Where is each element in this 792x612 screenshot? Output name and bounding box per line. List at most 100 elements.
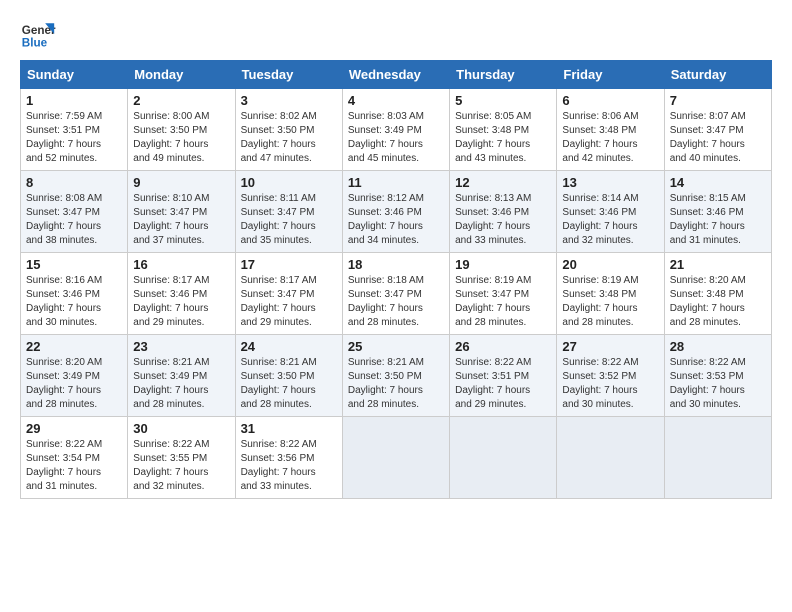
day-info: Sunrise: 8:22 AM Sunset: 3:53 PM Dayligh…: [670, 356, 766, 412]
day-number: 18: [348, 257, 444, 272]
sunrise-label: Sunrise: 8:00 AM: [133, 111, 209, 122]
col-header-sunday: Sunday: [21, 61, 128, 89]
col-header-thursday: Thursday: [450, 61, 557, 89]
daylight-label: Daylight: 7 hours: [133, 221, 208, 232]
day-info: Sunrise: 8:05 AM Sunset: 3:48 PM Dayligh…: [455, 110, 551, 166]
sunset-label: Sunset: 3:47 PM: [241, 207, 315, 218]
sunrise-label: Sunrise: 8:10 AM: [133, 193, 209, 204]
daylight-label: Daylight: 7 hours: [133, 303, 208, 314]
sunset-label: Sunset: 3:47 PM: [26, 207, 100, 218]
daylight-minutes: and 43 minutes.: [455, 153, 526, 164]
daylight-minutes: and 33 minutes.: [455, 235, 526, 246]
daylight-minutes: and 42 minutes.: [562, 153, 633, 164]
calendar-cell: 10 Sunrise: 8:11 AM Sunset: 3:47 PM Dayl…: [235, 171, 342, 253]
daylight-minutes: and 31 minutes.: [26, 481, 97, 492]
daylight-minutes: and 34 minutes.: [348, 235, 419, 246]
daylight-label: Daylight: 7 hours: [670, 221, 745, 232]
calendar-cell: 9 Sunrise: 8:10 AM Sunset: 3:47 PM Dayli…: [128, 171, 235, 253]
daylight-minutes: and 38 minutes.: [26, 235, 97, 246]
col-header-saturday: Saturday: [664, 61, 771, 89]
day-number: 30: [133, 421, 229, 436]
daylight-minutes: and 29 minutes.: [455, 399, 526, 410]
daylight-minutes: and 45 minutes.: [348, 153, 419, 164]
calendar-cell: 6 Sunrise: 8:06 AM Sunset: 3:48 PM Dayli…: [557, 89, 664, 171]
daylight-minutes: and 30 minutes.: [670, 399, 741, 410]
day-info: Sunrise: 8:18 AM Sunset: 3:47 PM Dayligh…: [348, 274, 444, 330]
day-number: 16: [133, 257, 229, 272]
sunrise-label: Sunrise: 8:22 AM: [455, 357, 531, 368]
sunrise-label: Sunrise: 8:19 AM: [455, 275, 531, 286]
sunset-label: Sunset: 3:47 PM: [241, 289, 315, 300]
calendar-cell: 22 Sunrise: 8:20 AM Sunset: 3:49 PM Dayl…: [21, 335, 128, 417]
week-row-1: 1 Sunrise: 7:59 AM Sunset: 3:51 PM Dayli…: [21, 89, 772, 171]
col-header-friday: Friday: [557, 61, 664, 89]
calendar-cell: 30 Sunrise: 8:22 AM Sunset: 3:55 PM Dayl…: [128, 417, 235, 499]
daylight-label: Daylight: 7 hours: [133, 467, 208, 478]
daylight-minutes: and 32 minutes.: [562, 235, 633, 246]
calendar-cell: 2 Sunrise: 8:00 AM Sunset: 3:50 PM Dayli…: [128, 89, 235, 171]
sunset-label: Sunset: 3:49 PM: [133, 371, 207, 382]
sunrise-label: Sunrise: 8:20 AM: [26, 357, 102, 368]
sunrise-label: Sunrise: 8:05 AM: [455, 111, 531, 122]
day-number: 6: [562, 93, 658, 108]
sunset-label: Sunset: 3:47 PM: [133, 207, 207, 218]
day-number: 19: [455, 257, 551, 272]
day-number: 24: [241, 339, 337, 354]
svg-text:Blue: Blue: [22, 37, 48, 50]
sunset-label: Sunset: 3:47 PM: [348, 289, 422, 300]
sunrise-label: Sunrise: 8:17 AM: [241, 275, 317, 286]
day-info: Sunrise: 8:22 AM Sunset: 3:55 PM Dayligh…: [133, 438, 229, 494]
day-number: 28: [670, 339, 766, 354]
day-number: 22: [26, 339, 122, 354]
daylight-minutes: and 35 minutes.: [241, 235, 312, 246]
sunrise-label: Sunrise: 8:22 AM: [241, 439, 317, 450]
calendar-cell: 3 Sunrise: 8:02 AM Sunset: 3:50 PM Dayli…: [235, 89, 342, 171]
sunset-label: Sunset: 3:56 PM: [241, 453, 315, 464]
calendar-cell: 31 Sunrise: 8:22 AM Sunset: 3:56 PM Dayl…: [235, 417, 342, 499]
daylight-minutes: and 31 minutes.: [670, 235, 741, 246]
daylight-label: Daylight: 7 hours: [670, 303, 745, 314]
day-number: 3: [241, 93, 337, 108]
sunset-label: Sunset: 3:55 PM: [133, 453, 207, 464]
daylight-label: Daylight: 7 hours: [26, 221, 101, 232]
day-info: Sunrise: 8:22 AM Sunset: 3:56 PM Dayligh…: [241, 438, 337, 494]
day-info: Sunrise: 8:20 AM Sunset: 3:48 PM Dayligh…: [670, 274, 766, 330]
daylight-label: Daylight: 7 hours: [241, 303, 316, 314]
sunset-label: Sunset: 3:49 PM: [348, 125, 422, 136]
calendar-cell: [664, 417, 771, 499]
sunset-label: Sunset: 3:50 PM: [241, 371, 315, 382]
sunrise-label: Sunrise: 8:12 AM: [348, 193, 424, 204]
daylight-minutes: and 29 minutes.: [241, 317, 312, 328]
daylight-label: Daylight: 7 hours: [455, 303, 530, 314]
sunset-label: Sunset: 3:50 PM: [241, 125, 315, 136]
sunset-label: Sunset: 3:47 PM: [670, 125, 744, 136]
day-info: Sunrise: 8:22 AM Sunset: 3:52 PM Dayligh…: [562, 356, 658, 412]
day-number: 25: [348, 339, 444, 354]
calendar-cell: 29 Sunrise: 8:22 AM Sunset: 3:54 PM Dayl…: [21, 417, 128, 499]
calendar-cell: 12 Sunrise: 8:13 AM Sunset: 3:46 PM Dayl…: [450, 171, 557, 253]
day-number: 29: [26, 421, 122, 436]
day-number: 23: [133, 339, 229, 354]
sunrise-label: Sunrise: 8:07 AM: [670, 111, 746, 122]
sunrise-label: Sunrise: 8:15 AM: [670, 193, 746, 204]
daylight-label: Daylight: 7 hours: [26, 139, 101, 150]
day-info: Sunrise: 8:13 AM Sunset: 3:46 PM Dayligh…: [455, 192, 551, 248]
calendar-cell: 7 Sunrise: 8:07 AM Sunset: 3:47 PM Dayli…: [664, 89, 771, 171]
sunrise-label: Sunrise: 8:08 AM: [26, 193, 102, 204]
sunrise-label: Sunrise: 8:21 AM: [133, 357, 209, 368]
day-info: Sunrise: 8:11 AM Sunset: 3:47 PM Dayligh…: [241, 192, 337, 248]
day-info: Sunrise: 8:22 AM Sunset: 3:54 PM Dayligh…: [26, 438, 122, 494]
calendar-cell: 27 Sunrise: 8:22 AM Sunset: 3:52 PM Dayl…: [557, 335, 664, 417]
sunset-label: Sunset: 3:46 PM: [670, 207, 744, 218]
daylight-minutes: and 28 minutes.: [348, 317, 419, 328]
sunrise-label: Sunrise: 8:02 AM: [241, 111, 317, 122]
calendar-cell: 17 Sunrise: 8:17 AM Sunset: 3:47 PM Dayl…: [235, 253, 342, 335]
sunrise-label: Sunrise: 8:17 AM: [133, 275, 209, 286]
calendar-cell: 18 Sunrise: 8:18 AM Sunset: 3:47 PM Dayl…: [342, 253, 449, 335]
sunrise-label: Sunrise: 8:19 AM: [562, 275, 638, 286]
day-info: Sunrise: 8:15 AM Sunset: 3:46 PM Dayligh…: [670, 192, 766, 248]
sunset-label: Sunset: 3:50 PM: [133, 125, 207, 136]
day-info: Sunrise: 7:59 AM Sunset: 3:51 PM Dayligh…: [26, 110, 122, 166]
day-info: Sunrise: 8:12 AM Sunset: 3:46 PM Dayligh…: [348, 192, 444, 248]
daylight-minutes: and 30 minutes.: [26, 317, 97, 328]
